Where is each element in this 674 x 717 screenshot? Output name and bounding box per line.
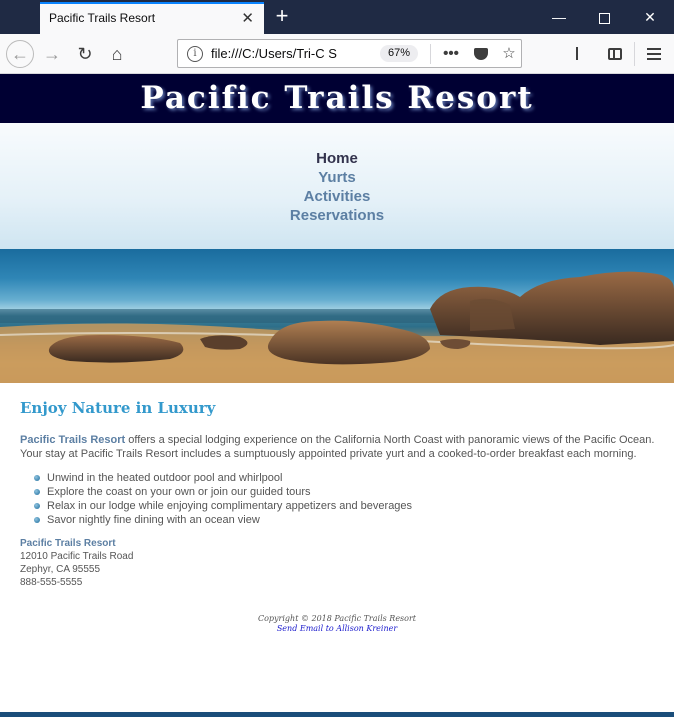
pocket-icon [474, 48, 488, 61]
bullet-icon [34, 489, 40, 495]
list-item: Savor nightly fine dining with an ocean … [34, 513, 660, 527]
email-link[interactable]: Send Email to Allison Kreiner [0, 624, 674, 634]
intro-paragraph: Pacific Trails Resort offers a special l… [20, 433, 660, 461]
site-title: Pacific Trails Resort [140, 80, 534, 116]
sidebar-icon [608, 47, 622, 60]
bookmark-star-icon[interactable]: ☆ [498, 43, 520, 65]
zoom-level[interactable]: 67% [380, 45, 418, 62]
site-header: Pacific Trails Resort [0, 74, 674, 123]
page-actions-icon[interactable]: ••• [440, 43, 462, 65]
bullet-icon [34, 517, 40, 523]
address-bar[interactable]: i file:///C:/Users/Tri-C S 67% ••• ☆ [177, 39, 522, 68]
site-navigation: Home Yurts Activities Reservations [0, 123, 674, 249]
hero-beach-image [0, 249, 674, 383]
beach-rocks-illustration [0, 271, 674, 383]
bullet-icon [34, 475, 40, 481]
url-divider [430, 44, 431, 64]
list-item: Unwind in the heated outdoor pool and wh… [34, 471, 660, 485]
navigation-toolbar: ← → ↻ ⌂ i file:///C:/Users/Tri-C S 67% •… [0, 34, 674, 74]
maximize-icon [598, 12, 610, 24]
title-bar: Pacific Trails Resort ✕ + — ✕ [0, 0, 674, 34]
library-button[interactable] [570, 40, 598, 68]
copyright-text: Copyright © 2018 Pacific Trails Resort [257, 614, 417, 623]
resort-name: Pacific Trails Resort [20, 434, 126, 446]
amenities-list: Unwind in the heated outdoor pool and wh… [20, 471, 660, 527]
menu-button[interactable] [640, 40, 668, 68]
contact-phone: 888-555-5555 [20, 577, 83, 588]
tab-title: Pacific Trails Resort [49, 11, 156, 25]
list-item: Explore the coast on your own or join ou… [34, 485, 660, 499]
reload-button[interactable]: ↻ [71, 40, 99, 68]
url-text[interactable]: file:///C:/Users/Tri-C S [211, 46, 337, 61]
amenity-text: Unwind in the heated outdoor pool and wh… [47, 472, 283, 484]
list-item: Relax in our lodge while enjoying compli… [34, 499, 660, 513]
amenity-text: Explore the coast on your own or join ou… [47, 486, 311, 498]
toolbar-divider [634, 42, 635, 66]
new-tab-button[interactable]: + [270, 3, 294, 29]
close-window-button[interactable]: ✕ [627, 0, 673, 34]
maximize-button[interactable] [581, 0, 627, 34]
contact-name: Pacific Trails Resort [20, 538, 116, 549]
hamburger-menu-icon [647, 52, 661, 55]
nav-home[interactable]: Home [0, 149, 674, 168]
forward-button[interactable]: → [38, 40, 66, 68]
amenity-text: Savor nightly fine dining with an ocean … [47, 514, 260, 526]
close-tab-icon[interactable]: ✕ [241, 9, 254, 27]
site-info-icon[interactable]: i [187, 46, 203, 62]
nav-yurts[interactable]: Yurts [0, 168, 674, 187]
bullet-icon [34, 503, 40, 509]
home-button[interactable]: ⌂ [103, 40, 131, 68]
pocket-button[interactable] [470, 43, 492, 65]
contact-city: Zephyr, CA 95555 [20, 564, 101, 575]
site-footer: Copyright © 2018 Pacific Trails Resort S… [0, 614, 674, 634]
browser-tab[interactable]: Pacific Trails Resort ✕ [40, 2, 264, 34]
back-button[interactable]: ← [6, 40, 34, 68]
sidebar-button[interactable] [601, 40, 629, 68]
nav-activities[interactable]: Activities [0, 187, 674, 206]
bottom-accent-bar [0, 712, 674, 717]
contact-street: 12010 Pacific Trails Road [20, 551, 134, 562]
main-content: Enjoy Nature in Luxury Pacific Trails Re… [20, 383, 660, 589]
amenity-text: Relax in our lodge while enjoying compli… [47, 500, 413, 512]
library-icon [576, 47, 592, 61]
page-viewport: Pacific Trails Resort Home Yurts Activit… [0, 74, 674, 717]
contact-info: Pacific Trails Resort 12010 Pacific Trai… [20, 537, 660, 589]
minimize-button[interactable]: — [536, 0, 582, 34]
main-heading: Enjoy Nature in Luxury [20, 399, 216, 417]
nav-reservations[interactable]: Reservations [0, 206, 674, 225]
